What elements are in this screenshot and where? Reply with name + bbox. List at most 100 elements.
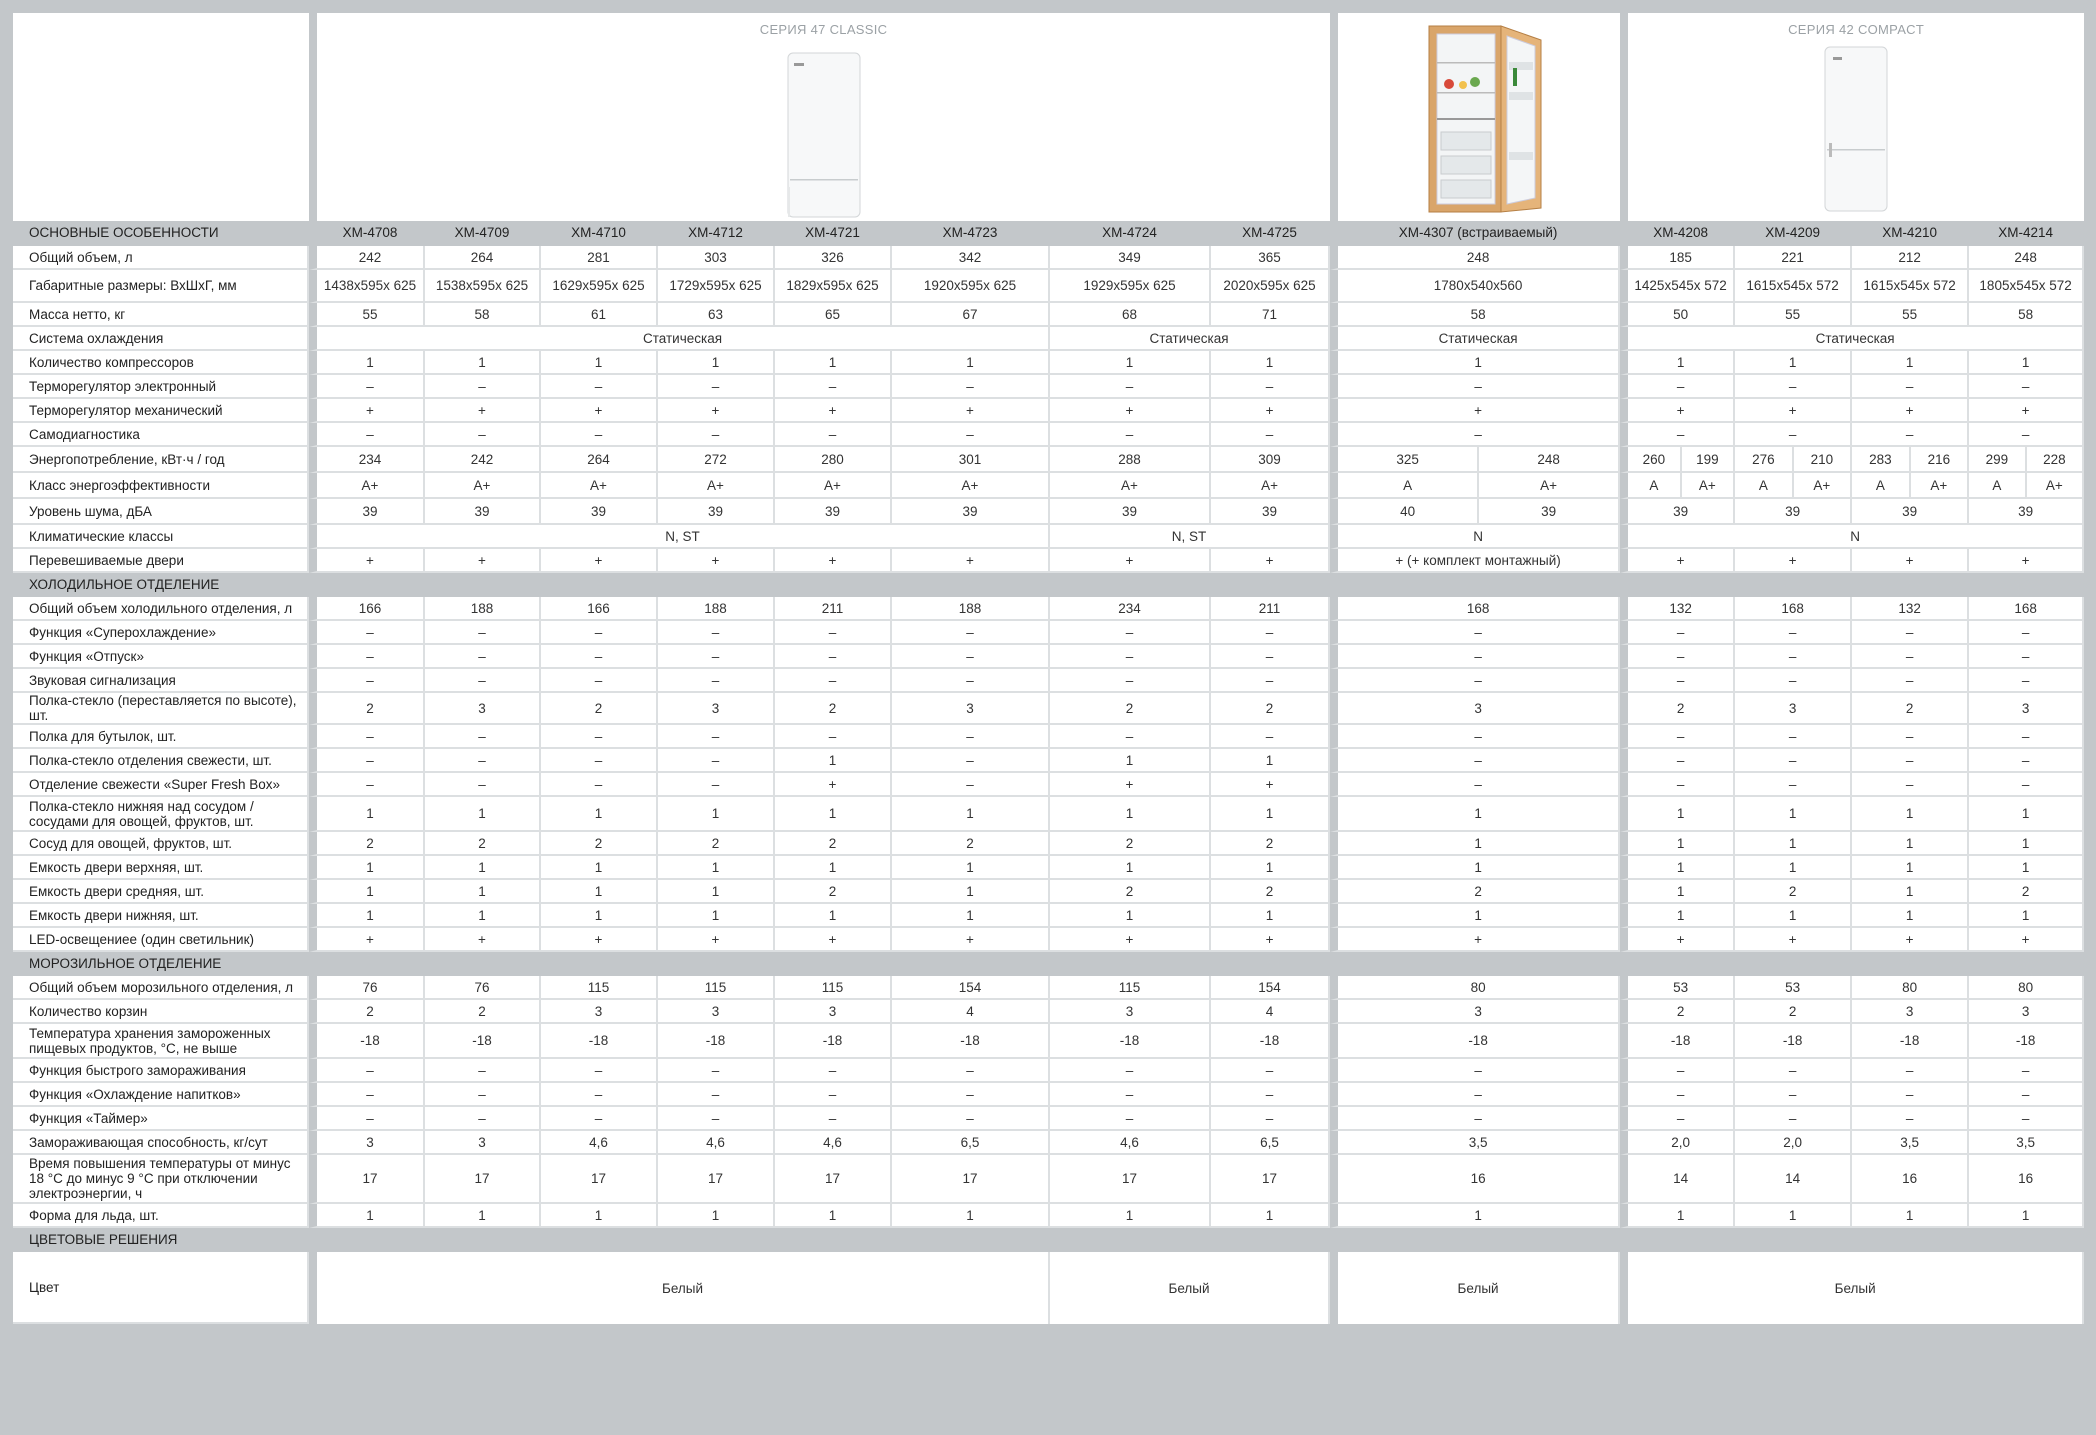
row-label: Перевешиваемые двери: [13, 549, 309, 573]
table-cell: –: [1735, 725, 1853, 749]
table-cell: 39: [1050, 499, 1211, 525]
table-cell: 80: [1852, 976, 1970, 1000]
table-cell: –: [775, 669, 892, 693]
builtin-header: [1330, 13, 1621, 221]
table-cell: 1: [309, 904, 425, 928]
table-cell: +: [775, 399, 892, 423]
table-cell: –: [1330, 1083, 1621, 1107]
table-cell: –: [1211, 621, 1331, 645]
table-cell: –: [1852, 423, 1970, 447]
table-cell: –: [1852, 749, 1970, 773]
table-cell: –: [1050, 725, 1211, 749]
table-cell: –: [425, 645, 541, 669]
table-cell: 1: [1969, 904, 2085, 928]
table-cell: –: [1852, 773, 1970, 797]
table-cell: +: [425, 928, 541, 952]
table-cell: –: [892, 749, 1050, 773]
table-cell: 1: [309, 351, 425, 375]
split-sub-cell: 248: [1537, 451, 1560, 467]
table-cell: 1: [1735, 904, 1853, 928]
table-cell: –: [775, 645, 892, 669]
table-cell: 1: [309, 797, 425, 832]
table-cell: 3: [1050, 1000, 1211, 1024]
table-cell: 154: [1211, 976, 1331, 1000]
table-cell: 2,0: [1735, 1131, 1853, 1155]
split-sub-cell: A+: [1930, 477, 1948, 493]
table-cell: 1: [1211, 749, 1331, 773]
merged-cell: Белый: [1050, 1252, 1331, 1324]
table-cell: 3: [309, 1131, 425, 1155]
table-cell: –: [1852, 725, 1970, 749]
table-cell: –: [1050, 669, 1211, 693]
table-cell: -18: [775, 1024, 892, 1059]
table-row: Звуковая сигнализация – – – – – – – – – – – – –: [13, 669, 2085, 693]
table-cell: 1: [1050, 351, 1211, 375]
table-cell: 76: [425, 976, 541, 1000]
table-cell: –: [658, 423, 775, 447]
table-cell: 3: [425, 1131, 541, 1155]
row-label: Функция быстрого замораживания: [13, 1059, 309, 1083]
table-cell: 301: [892, 447, 1050, 473]
fridge-compact-image: [1824, 46, 1888, 212]
row-label: Температура хранения замороженных пищевы…: [13, 1024, 309, 1059]
table-cell: –: [541, 621, 658, 645]
table-cell: 39: [425, 499, 541, 525]
table-cell: 2: [541, 693, 658, 725]
table-cell: 280: [775, 447, 892, 473]
split-sub-cell: 210: [1810, 451, 1834, 467]
table-cell: –: [775, 621, 892, 645]
table-cell: –: [658, 749, 775, 773]
table-cell: 188: [892, 597, 1050, 621]
table-cell: +: [1050, 399, 1211, 423]
table-cell: –: [1969, 1107, 2085, 1131]
table-cell: 281: [541, 246, 658, 270]
row-label: Энергопотребление, кВт·ч / год: [13, 447, 309, 473]
table-cell: 132: [1852, 597, 1970, 621]
table-cell: 1: [1852, 1204, 1970, 1228]
table-row: Терморегулятор электронный – – – – – – – – – – – – –: [13, 375, 2085, 399]
table-cell: +: [1620, 549, 1736, 573]
table-cell: 76: [309, 976, 425, 1000]
split-sub-cell: A+: [1540, 477, 1558, 493]
table-cell: –: [1852, 669, 1970, 693]
split-sub-cell: A: [1852, 473, 1911, 497]
table-cell: –: [1050, 375, 1211, 399]
model-header-хм-4725: ХМ-4725: [1211, 221, 1331, 246]
model-header-хм-4208: ХМ-4208: [1620, 221, 1736, 246]
table-row: Габаритные размеры: ВхШхГ, мм 1438x595x 6…: [13, 270, 2085, 303]
table-cell: -18: [425, 1024, 541, 1059]
table-cell: 303: [658, 246, 775, 270]
table-cell: 115: [1050, 976, 1211, 1000]
model-header-хм-4210: ХМ-4210: [1852, 221, 1970, 246]
section-title: ХОЛОДИЛЬНОЕ ОТДЕЛЕНИЕ: [13, 573, 2085, 597]
table-cell: 3: [892, 693, 1050, 725]
split-sub-cell: A+: [2045, 477, 2063, 493]
table-cell: –: [658, 773, 775, 797]
table-row: Функция «Охлаждение напитков» – – – – – – – – – – –…: [13, 1083, 2085, 1107]
merged-cell: Белый: [1620, 1252, 2085, 1324]
row-label: Терморегулятор механический: [13, 399, 309, 423]
model-header-хм-4724: ХМ-4724: [1050, 221, 1211, 246]
table-row: Количество компрессоров 1 1 1 1 1 1 1 1 1 1 1 1 1: [13, 351, 2085, 375]
table-cell: –: [775, 1059, 892, 1083]
table-cell: 4: [892, 1000, 1050, 1024]
table-cell: –: [658, 1059, 775, 1083]
table-cell: –: [541, 1107, 658, 1131]
split-cell: A A+: [1330, 473, 1621, 499]
table-cell: –: [1211, 423, 1331, 447]
table-cell: 1: [1050, 749, 1211, 773]
table-cell: 2: [1620, 693, 1736, 725]
split-sub-cell: 299: [1969, 447, 2027, 471]
table-cell: +: [541, 399, 658, 423]
table-cell: 1: [1969, 856, 2085, 880]
table-cell: –: [1330, 773, 1621, 797]
table-cell: 3: [1735, 693, 1853, 725]
table-cell: –: [425, 1059, 541, 1083]
table-cell: A+: [658, 473, 775, 499]
table-cell: +: [1852, 549, 1970, 573]
table-cell: 1: [541, 856, 658, 880]
table-cell: A+: [892, 473, 1050, 499]
table-cell: –: [425, 669, 541, 693]
model-header-хм-4209: ХМ-4209: [1735, 221, 1853, 246]
table-row: Масса нетто, кг 55 58 61 63 65 67 68 71 58 50 55 55 5…: [13, 303, 2085, 327]
